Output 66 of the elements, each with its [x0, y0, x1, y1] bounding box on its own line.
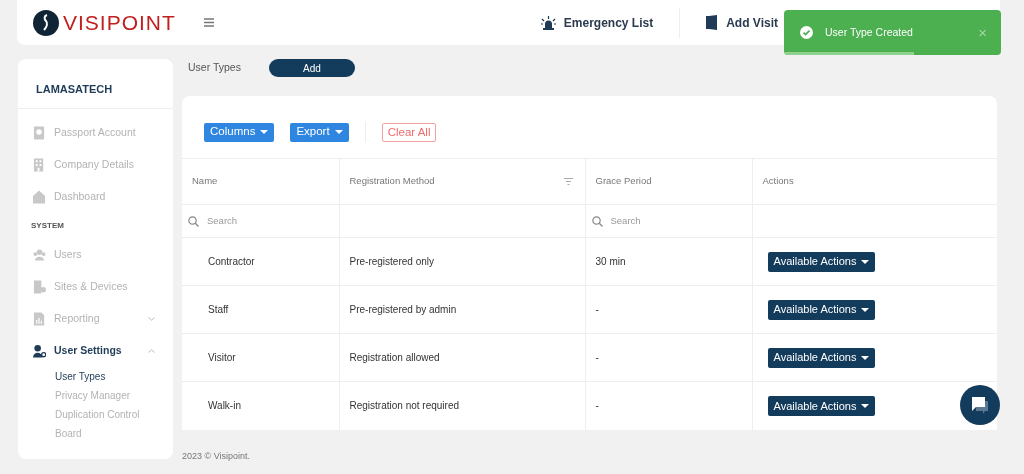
users-icon [33, 248, 46, 262]
header-link[interactable]: Add Visit [706, 13, 778, 32]
table-cell: Contractor [208, 256, 255, 267]
caret-icon [334, 130, 343, 134]
table-cell: Visitor [208, 352, 236, 363]
clear-all-button[interactable]: Clear All [381, 122, 437, 142]
user-gear-icon [33, 344, 46, 358]
logo-text: VISIPOINT [63, 12, 176, 33]
caret-icon [861, 403, 870, 408]
house-icon [33, 190, 46, 204]
page-title: User Types [188, 60, 242, 76]
building-icon [33, 158, 46, 172]
toast-message: User Type Created [825, 24, 913, 40]
actions-dropdown-button[interactable]: Available Actions [767, 347, 876, 368]
submenu-item[interactable]: Duplication Control Board [18, 405, 148, 443]
export-button[interactable]: Export [290, 122, 349, 142]
door-icon [706, 15, 719, 30]
logo-icon [33, 9, 59, 36]
column-header: Registration Method [349, 174, 435, 189]
passport-icon [33, 126, 46, 140]
sidebar-item[interactable]: Dashboard [18, 181, 173, 213]
search-icon [591, 215, 603, 227]
siren-icon [540, 15, 556, 30]
sidebar-item[interactable]: Passport Account [18, 117, 173, 149]
caret-icon [260, 130, 269, 134]
organization-name: LAMASATECH [36, 83, 113, 95]
check-icon [800, 26, 813, 39]
report-icon [33, 312, 46, 326]
building-pin-icon [33, 280, 46, 294]
chevron-down-icon [148, 317, 155, 321]
search-icon [188, 215, 199, 227]
submenu-item[interactable]: Privacy Manager [18, 386, 148, 405]
filter-icon[interactable] [563, 178, 573, 185]
sidebar-item[interactable]: Sites & Devices [18, 271, 173, 303]
actions-dropdown-button[interactable]: Available Actions [767, 251, 876, 272]
column-header: Actions [762, 174, 794, 189]
copyright-text: 2023 © Visipoint. [182, 449, 251, 463]
caret-icon [861, 259, 870, 264]
table-cell: - [595, 400, 599, 412]
column-header: Name [192, 174, 218, 189]
sidebar-item[interactable]: User Settings [18, 335, 173, 367]
header-link[interactable]: Emergency List [540, 13, 654, 32]
table-cell: - [595, 304, 599, 315]
table-cell: - [595, 352, 599, 363]
table-cell: Pre-registered by admin [349, 304, 457, 315]
table-cell: Walk-in [208, 400, 241, 412]
section-heading: SYSTEM [31, 220, 64, 232]
table-cell: 30 min [595, 256, 626, 267]
table-cell: Staff [208, 304, 229, 315]
caret-icon [861, 355, 870, 360]
caret-icon [861, 307, 870, 312]
column-header: Grace Period [595, 174, 652, 189]
sidebar-item[interactable]: Reporting [18, 303, 173, 335]
chat-icon [970, 395, 990, 415]
submenu-item[interactable]: User Types [18, 367, 148, 386]
sidebar-item[interactable]: Company Details [18, 149, 173, 181]
table-cell: Registration allowed [349, 352, 440, 363]
chevron-up-icon [148, 349, 155, 353]
add-button[interactable]: Add [269, 59, 355, 77]
table-cell: Pre-registered only [349, 256, 434, 267]
actions-dropdown-button[interactable]: Available Actions [767, 299, 876, 320]
table-cell: Registration not required [349, 400, 459, 412]
actions-dropdown-button[interactable]: Available Actions [767, 395, 876, 416]
columns-button[interactable]: Columns [204, 122, 275, 142]
menu-icon[interactable] [203, 18, 214, 27]
sidebar-item[interactable]: Users [18, 239, 173, 271]
